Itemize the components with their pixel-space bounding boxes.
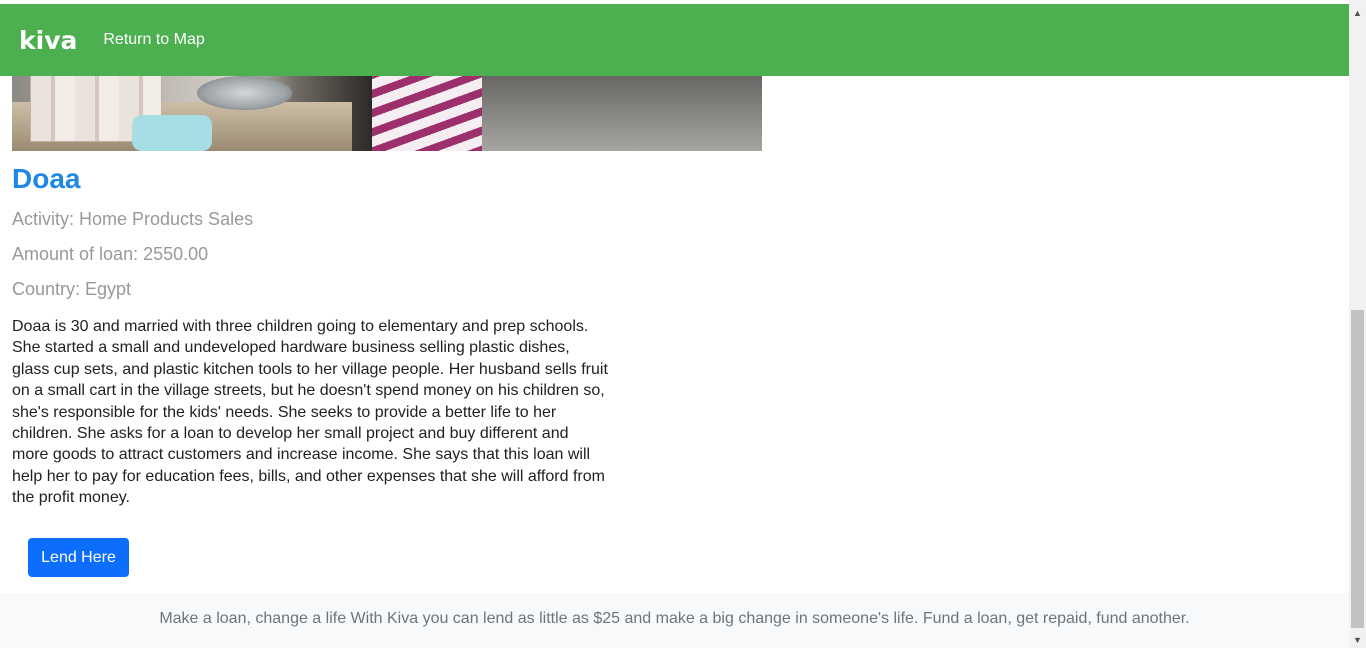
top-navbar: kiva Return to Map — [0, 4, 1349, 76]
borrower-name: Doaa — [12, 163, 81, 194]
loan-country: Country: Egypt — [12, 279, 132, 299]
scroll-up-arrow-icon[interactable]: ▲ — [1349, 4, 1366, 21]
footer: Make a loan, change a life With Kiva you… — [0, 593, 1349, 648]
kiva-logo[interactable]: kiva — [19, 26, 77, 55]
return-to-map-link[interactable]: Return to Map — [103, 31, 204, 49]
loan-amount: Amount of loan: 2550.00 — [12, 244, 209, 264]
lend-here-button[interactable]: Lend Here — [28, 538, 129, 577]
vertical-scrollbar[interactable]: ▲ ▼ — [1349, 0, 1366, 648]
scroll-down-arrow-icon[interactable]: ▼ — [1349, 631, 1366, 648]
scrollbar-thumb[interactable] — [1351, 310, 1364, 628]
photo-bowls — [197, 76, 292, 110]
page-viewport: kiva Return to Map Doaa Activity: Home P… — [0, 0, 1349, 648]
loan-activity: Activity: Home Products Sales — [12, 209, 254, 229]
footer-text: Make a loan, change a life With Kiva you… — [159, 609, 1190, 627]
loan-description: Doaa is 30 and married with three childr… — [12, 318, 608, 507]
photo-bag — [132, 115, 212, 151]
